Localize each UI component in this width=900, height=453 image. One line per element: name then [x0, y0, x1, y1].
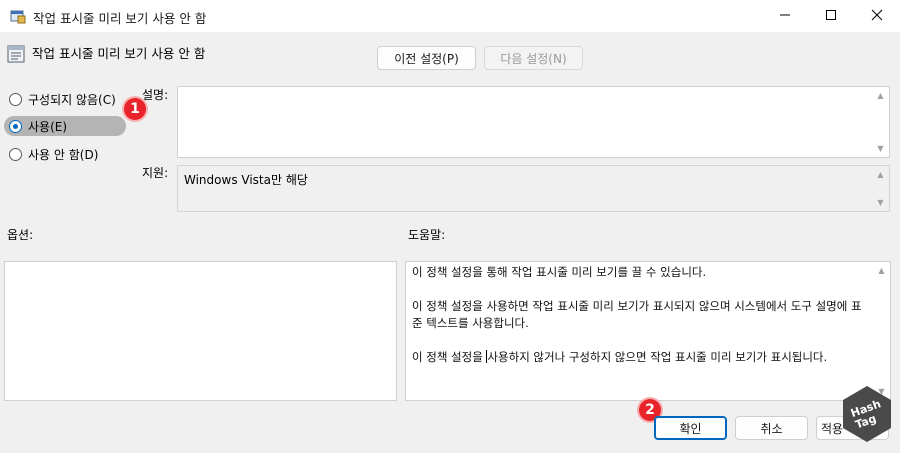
maximize-icon	[825, 9, 837, 24]
scroll-up-icon[interactable]: ▲	[877, 170, 883, 179]
help-section-label: 도움말:	[408, 228, 446, 242]
description-textbox[interactable]: ▲ ▼	[177, 86, 890, 158]
policy-setting-icon	[7, 45, 25, 66]
scroll-down-icon[interactable]: ▼	[877, 144, 883, 153]
options-pane	[4, 261, 397, 401]
help-paragraph-3: 이 정책 설정을 사용하지 않거나 구성하지 않으면 작업 표시줄 미리 보기가…	[412, 349, 870, 366]
close-button[interactable]	[854, 0, 900, 32]
radio-disabled[interactable]: 사용 안 함(D)	[9, 144, 98, 164]
scroll-down-icon[interactable]: ▼	[877, 198, 883, 207]
cancel-button[interactable]: 취소	[735, 416, 808, 440]
radio-disabled-circle[interactable]	[9, 147, 22, 161]
help-paragraph-3-start: 이 정책 설정을	[412, 350, 487, 364]
scroll-up-icon[interactable]: ▲	[878, 266, 884, 275]
radio-enabled-label: 사용(E)	[28, 119, 68, 134]
supported-value: Windows Vista만 해당	[184, 173, 308, 187]
supported-scrollbar[interactable]: ▲ ▼	[872, 166, 889, 211]
radio-enabled[interactable]: 사용(E)	[9, 116, 67, 136]
description-scrollbar[interactable]: ▲ ▼	[872, 87, 889, 157]
minimize-button[interactable]	[762, 0, 808, 32]
supported-label: 지원:	[142, 166, 169, 180]
title-bar: 작업 표시줄 미리 보기 사용 안 함	[0, 0, 900, 32]
options-section-label: 옵션:	[7, 228, 34, 242]
radio-not-configured-label: 구성되지 않음(C)	[28, 92, 116, 107]
ok-button[interactable]: 확인	[654, 416, 727, 440]
previous-setting-button[interactable]: 이전 설정(P)	[377, 46, 476, 70]
help-paragraph-1: 이 정책 설정을 통해 작업 표시줄 미리 보기를 끌 수 있습니다.	[412, 265, 707, 279]
policy-title: 작업 표시줄 미리 보기 사용 안 함	[32, 46, 206, 61]
close-icon	[871, 9, 883, 24]
help-paragraph-3-end: 사용하지 않거나 구성하지 않으면 작업 표시줄 미리 보기가 표시됩니다.	[487, 350, 828, 364]
minimize-icon	[779, 9, 791, 24]
policy-editor-app-icon	[10, 8, 26, 27]
help-text: 이 정책 설정을 통해 작업 표시줄 미리 보기를 끌 수 있습니다. 이 정책…	[412, 264, 870, 383]
help-pane[interactable]: 이 정책 설정을 통해 작업 표시줄 미리 보기를 끌 수 있습니다. 이 정책…	[405, 261, 891, 401]
radio-enabled-circle[interactable]	[9, 119, 22, 133]
radio-not-configured[interactable]: 구성되지 않음(C)	[9, 89, 116, 109]
radio-disabled-label: 사용 안 함(D)	[28, 147, 99, 162]
radio-not-configured-circle[interactable]	[9, 92, 22, 106]
scroll-up-icon[interactable]: ▲	[877, 91, 883, 100]
help-paragraph-2: 이 정책 설정을 사용하면 작업 표시줄 미리 보기가 표시되지 않으며 시스템…	[412, 299, 862, 330]
window-title: 작업 표시줄 미리 보기 사용 안 함	[33, 11, 207, 26]
description-label: 설명:	[142, 88, 169, 102]
hashtag-watermark-logo: Hash Tag	[842, 385, 892, 443]
help-scrollbar[interactable]: ▲ ▼	[873, 262, 890, 400]
supported-textbox[interactable]: Windows Vista만 해당 ▲ ▼	[177, 165, 890, 212]
next-setting-button[interactable]: 다음 설정(N)	[484, 46, 583, 70]
maximize-button[interactable]	[808, 0, 854, 32]
